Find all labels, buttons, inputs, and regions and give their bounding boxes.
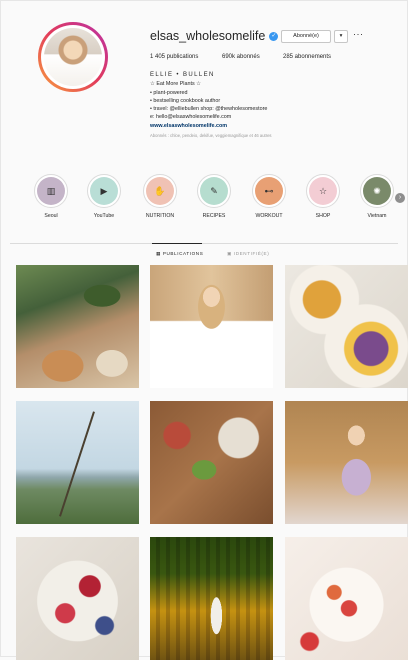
following-button[interactable]: Abonné(e) (281, 30, 331, 43)
highlight-shop[interactable]: ☆ SHOP (304, 174, 342, 219)
verified-badge-icon: ✓ (269, 31, 279, 41)
post-thumbnail[interactable] (150, 401, 273, 524)
highlight-vietnam[interactable]: ✺ Vietnam (358, 174, 396, 219)
play-icon: ▶ (90, 177, 118, 205)
more-options-icon[interactable]: ··· (353, 29, 364, 39)
highlight-ring: ✋ (143, 174, 177, 208)
posts-count[interactable]: 1 405 publications (150, 54, 198, 60)
followers-count[interactable]: 690k abonnés (222, 54, 260, 60)
chevron-right-icon[interactable]: › (395, 193, 405, 203)
suggestions-dropdown-button[interactable]: ▾ (334, 30, 348, 43)
profile-avatar[interactable] (38, 22, 108, 92)
highlight-label: WORKOUT (255, 213, 283, 219)
post-thumbnail[interactable] (16, 537, 139, 660)
post-thumbnail[interactable] (285, 537, 408, 660)
highlight-ring: ☆ (306, 174, 340, 208)
tab-tagged[interactable]: ▣ IDENTIFIÉ(E) (227, 251, 269, 257)
avatar-ring (41, 25, 105, 89)
post-thumbnail[interactable] (150, 265, 273, 388)
palm-photo-icon: ✺ (363, 177, 391, 205)
username: elsas_wholesomelife (150, 29, 266, 43)
post-thumbnail[interactable] (285, 401, 408, 524)
full-name: ELLIE • BULLEN (150, 72, 215, 78)
highlight-ring: ✺ (360, 174, 394, 208)
website-link[interactable]: www.elsaswholesomelife.com (150, 122, 272, 130)
star-icon: ☆ (309, 177, 337, 205)
highlight-ring: ▶ (87, 174, 121, 208)
bio-line: ☆ Eat More Plants ☆ (150, 81, 202, 88)
followed-by-text[interactable]: Abonnés : chloe, pendeio, dekifue, veggi… (150, 132, 272, 140)
highlight-ring: ✎ (197, 174, 231, 208)
profile-bio: ELLIE • BULLEN ☆ Eat More Plants ☆ • pla… (150, 71, 272, 140)
highlight-nutrition[interactable]: ✋ NUTRITION (141, 174, 179, 219)
highlight-youtube[interactable]: ▶ YouTube (85, 174, 123, 219)
post-thumbnail[interactable] (150, 537, 273, 660)
highlight-seoul[interactable]: ▥ Seoul (32, 174, 70, 219)
tabs-divider (10, 243, 398, 244)
dumbbell-icon: ⊷ (255, 177, 283, 205)
bio-line: • travel: @elliebullen shop: @thewholeso… (150, 106, 268, 113)
bio-line: • bestselling cookbook author (150, 97, 221, 104)
highlight-label: NUTRITION (145, 213, 175, 219)
hand-icon: ✋ (146, 177, 174, 205)
bio-line: e: hello@elsaswholesomelife.com (150, 114, 232, 121)
highlight-recipes[interactable]: ✎ RECIPES (195, 174, 233, 219)
highlight-label: SHOP (315, 213, 331, 219)
following-count[interactable]: 285 abonnements (283, 54, 331, 60)
bio-line: • plant-powered (150, 89, 188, 96)
active-tab-indicator (152, 243, 202, 244)
pencil-icon: ✎ (200, 177, 228, 205)
post-thumbnail[interactable] (16, 401, 139, 524)
highlight-label: Seoul (44, 213, 58, 219)
city-photo-icon: ▥ (37, 177, 65, 205)
post-thumbnail[interactable] (285, 265, 408, 388)
username-row: elsas_wholesomelife ✓ (150, 28, 279, 44)
highlight-label: YouTube (93, 213, 115, 219)
post-thumbnail[interactable] (16, 265, 139, 388)
highlight-ring: ⊷ (252, 174, 286, 208)
highlight-ring: ▥ (34, 174, 68, 208)
highlight-workout[interactable]: ⊷ WORKOUT (250, 174, 288, 219)
highlight-label: Vietnam (367, 213, 387, 219)
avatar-photo (44, 28, 102, 86)
highlight-label: RECIPES (202, 213, 226, 219)
tab-publications[interactable]: ▦ PUBLICATIONS (156, 251, 203, 257)
